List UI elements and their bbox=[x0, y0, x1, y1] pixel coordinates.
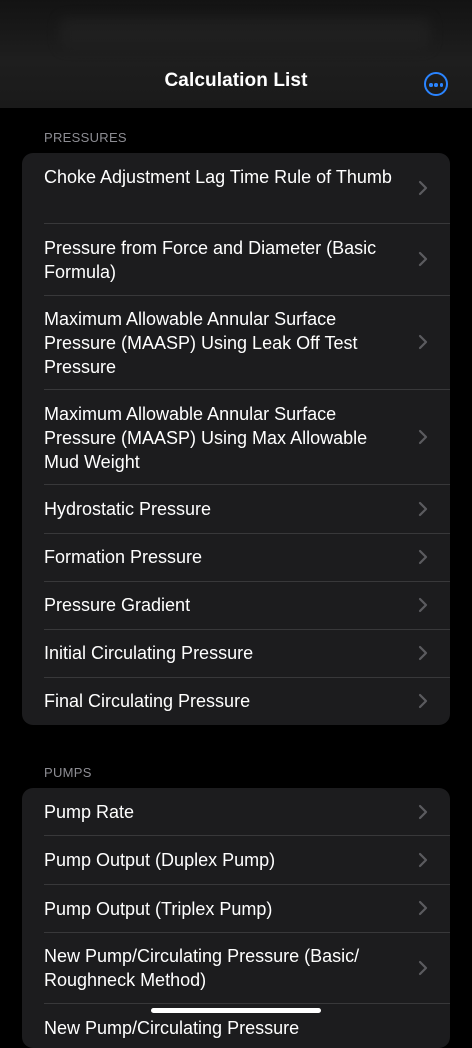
more-options-icon[interactable] bbox=[424, 72, 448, 96]
list-item-label: Maximum Allowable Annular Surface Pressu… bbox=[44, 309, 358, 377]
list-item[interactable]: Initial Circulating Pressure bbox=[22, 630, 450, 677]
chevron-right-icon bbox=[418, 693, 428, 709]
list-item[interactable]: Formation Pressure bbox=[22, 534, 450, 581]
chevron-right-icon bbox=[418, 645, 428, 661]
list-item[interactable]: Maximum Allowable Annular Surface Pressu… bbox=[22, 296, 450, 390]
chevron-right-icon bbox=[418, 852, 428, 868]
chevron-right-icon bbox=[418, 251, 428, 267]
list-item-label: Pump Rate bbox=[44, 802, 135, 822]
section-header-pressures: PRESSURES bbox=[44, 130, 127, 145]
list-item-label: Formation Pressure bbox=[44, 547, 203, 567]
chevron-right-icon bbox=[418, 334, 428, 350]
status-bar-blur bbox=[60, 18, 430, 48]
chevron-right-icon bbox=[418, 429, 428, 445]
list-item[interactable]: Pump Rate bbox=[22, 788, 450, 835]
chevron-right-icon bbox=[418, 501, 428, 517]
list-item-label: Final Circulating Pressure bbox=[44, 691, 251, 711]
list-item[interactable]: Maximum Allowable Annular Surface Pressu… bbox=[22, 390, 450, 484]
list-item-label: Choke Adjustment Lag Time Rule of Thumb bbox=[44, 167, 392, 187]
list-item[interactable]: New Pump/Circulating Pressure (Basic/ Ro… bbox=[22, 933, 450, 1003]
list-item-label: Maximum Allowable Annular Surface Pressu… bbox=[44, 404, 368, 472]
list-item-label: New Pump/Circulating Pressure bbox=[44, 1018, 300, 1038]
list-item-label: Initial Circulating Pressure bbox=[44, 643, 254, 663]
list-item[interactable]: Pump Output (Duplex Pump) bbox=[22, 836, 450, 884]
home-indicator[interactable] bbox=[151, 1008, 321, 1013]
chevron-right-icon bbox=[418, 960, 428, 976]
navigation-bar: Calculation List bbox=[0, 0, 472, 108]
pressures-list: Choke Adjustment Lag Time Rule of Thumb … bbox=[22, 153, 450, 725]
list-item-label: Pump Output (Duplex Pump) bbox=[44, 850, 276, 870]
page-title: Calculation List bbox=[164, 70, 308, 91]
chevron-right-icon bbox=[418, 597, 428, 613]
list-item[interactable]: Hydrostatic Pressure bbox=[22, 485, 450, 533]
chevron-right-icon bbox=[418, 804, 428, 820]
list-item-label: New Pump/Circulating Pressure (Basic/ Ro… bbox=[44, 946, 360, 990]
list-item-label: Pump Output (Triplex Pump) bbox=[44, 899, 273, 919]
list-item[interactable]: Final Circulating Pressure bbox=[22, 678, 450, 725]
list-item[interactable]: Choke Adjustment Lag Time Rule of Thumb bbox=[22, 153, 450, 223]
list-item[interactable]: Pump Output (Triplex Pump) bbox=[22, 885, 450, 932]
section-header-pumps: PUMPS bbox=[44, 765, 92, 780]
chevron-right-icon bbox=[418, 900, 428, 916]
chevron-right-icon bbox=[418, 549, 428, 565]
list-item-label: Pressure from Force and Diameter (Basic … bbox=[44, 238, 377, 282]
list-item-label: Hydrostatic Pressure bbox=[44, 499, 212, 519]
list-item[interactable]: Pressure Gradient bbox=[22, 582, 450, 629]
chevron-right-icon bbox=[418, 180, 428, 196]
list-item-label: Pressure Gradient bbox=[44, 595, 191, 615]
list-item[interactable]: Pressure from Force and Diameter (Basic … bbox=[22, 224, 450, 295]
